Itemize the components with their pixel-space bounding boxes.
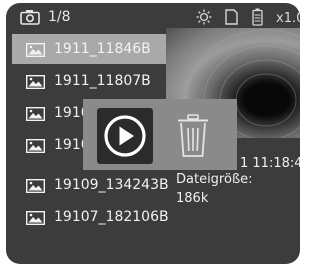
trash-icon xyxy=(176,114,210,162)
battery-icon xyxy=(252,8,263,30)
action-popup xyxy=(83,99,237,170)
image-icon xyxy=(25,42,46,58)
list-item[interactable]: 19107_182106B xyxy=(6,202,169,232)
file-name: 1911_11846B xyxy=(54,41,151,57)
file-size-label: Dateigröße: xyxy=(176,172,253,187)
camera-icon xyxy=(20,9,40,29)
device-screen: 1/8 x1. 1911_11846B 1911_11807B 1910 191… xyxy=(6,3,300,264)
sd-card-icon xyxy=(225,9,238,29)
delete-button[interactable] xyxy=(176,114,210,158)
zoom-level: x1.0 xyxy=(276,11,300,26)
play-icon xyxy=(97,115,153,168)
image-icon xyxy=(25,74,46,90)
image-icon xyxy=(25,138,46,154)
image-icon xyxy=(25,210,46,226)
list-item[interactable]: 19109_134243B xyxy=(6,170,169,200)
file-counter: 1/8 xyxy=(48,9,71,25)
file-name: 19109_134243B xyxy=(54,177,169,193)
brightness-icon xyxy=(196,9,212,29)
status-bar: 1/8 x1. xyxy=(6,3,300,29)
list-item[interactable]: 1911_11807B xyxy=(6,66,166,96)
file-size-value: 186k xyxy=(176,191,209,206)
timestamp-text: 1 11:18:46 xyxy=(240,156,300,171)
file-name: 19107_182106B xyxy=(54,209,169,225)
image-icon xyxy=(25,178,46,194)
image-icon xyxy=(25,106,46,122)
list-item[interactable]: 1911_11846B xyxy=(12,34,166,64)
play-button[interactable] xyxy=(97,108,153,164)
file-name: 1911_11807B xyxy=(54,73,151,89)
